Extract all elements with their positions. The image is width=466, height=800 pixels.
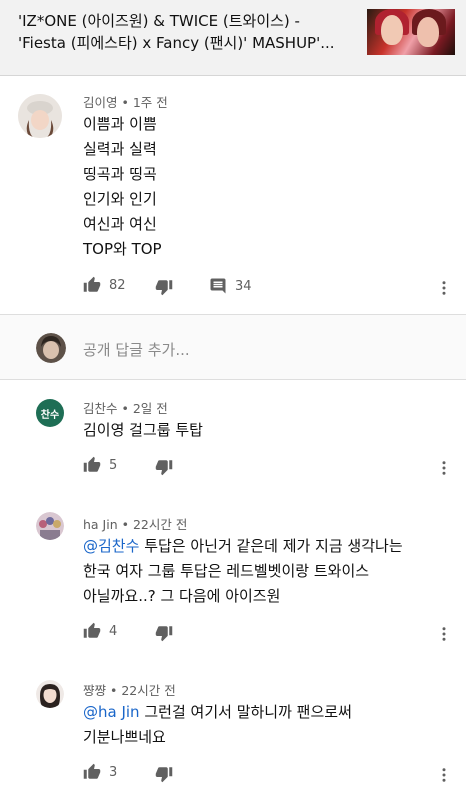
meta-separator: • <box>121 95 129 110</box>
thumbs-up-icon <box>83 763 101 779</box>
comment-time: 2일 전 <box>132 401 168 416</box>
comment-actions: 3 <box>83 763 453 787</box>
more-options-icon[interactable] <box>435 766 453 784</box>
video-title[interactable]: 'IZ*ONE (아이즈원) & TWICE (트와이스) - 'Fiesta … <box>18 10 358 54</box>
meta-separator: • <box>110 683 118 698</box>
more-options-icon[interactable] <box>435 625 453 643</box>
comment-line: 인기와 인기 <box>83 190 157 208</box>
reply-input-bar[interactable]: 공개 답글 추가... <box>0 314 466 380</box>
comment-line: TOP와 TOP <box>83 240 162 258</box>
comment-actions: 82 34 <box>83 276 453 300</box>
like-button[interactable]: 4 <box>83 622 117 640</box>
avatar[interactable] <box>36 680 64 708</box>
reply-comment: ha Jin • 22시간 전 @김찬수 투답은 아닌거 같은데 제가 지금 생… <box>0 490 466 660</box>
comment-actions: 4 <box>83 622 453 646</box>
reply-comment: 쨩쨩 • 22시간 전 @ha Jin 그런걸 여기서 말하니까 팬으로써 기분… <box>0 660 466 800</box>
comment-text: 김이영 걸그룹 투탑 <box>83 418 203 443</box>
comment-text: @ha Jin 그런걸 여기서 말하니까 팬으로써 기분나쁘네요 <box>83 700 453 750</box>
like-button[interactable]: 3 <box>83 763 117 781</box>
thumbs-down-icon <box>155 626 173 642</box>
avatar[interactable]: 찬수 <box>36 399 64 427</box>
reply-count: 34 <box>235 278 252 294</box>
meta-separator: • <box>121 517 129 532</box>
meta-separator: • <box>121 401 129 416</box>
dislike-button[interactable] <box>155 278 173 296</box>
comment-time: 22시간 전 <box>132 517 188 532</box>
thumbs-up-icon <box>83 456 101 472</box>
comment-author[interactable]: ha Jin <box>83 517 118 532</box>
dislike-button[interactable] <box>155 765 173 783</box>
video-header[interactable]: 'IZ*ONE (아이즈원) & TWICE (트와이스) - 'Fiesta … <box>0 0 466 76</box>
top-comment: 김이영 • 1주 전 이쁨과 이쁨 실력과 실력 띵곡과 띵곡 인기와 인기 여… <box>0 76 466 314</box>
comment-author[interactable]: 쨩쨩 <box>83 683 106 698</box>
comment-time: 1주 전 <box>132 95 168 110</box>
avatar-initials: 찬수 <box>40 409 60 421</box>
more-options-icon[interactable] <box>435 279 453 297</box>
comment-line: 한국 여자 그룹 투답은 레드벨벳이랑 트와이스 <box>83 562 370 580</box>
thumbs-down-icon <box>155 280 173 296</box>
thumbs-down-icon <box>155 460 173 476</box>
like-count: 82 <box>109 277 126 293</box>
comment-meta: 김찬수 • 2일 전 <box>83 398 168 417</box>
comment-meta: ha Jin • 22시간 전 <box>83 514 187 533</box>
comment-line-text: 그런걸 여기서 말하니까 팬으로써 <box>144 703 352 721</box>
thumbs-down-icon <box>155 767 173 783</box>
reply-count-button[interactable]: 34 <box>209 277 252 295</box>
avatar[interactable] <box>18 94 62 138</box>
comment-line: 이쁨과 이쁨 <box>83 115 157 133</box>
comment-line: 실력과 실력 <box>83 140 157 158</box>
comment-line: 여신과 여신 <box>83 215 157 233</box>
dislike-button[interactable] <box>155 458 173 476</box>
comment-line: 기분나쁘네요 <box>83 728 166 746</box>
comment-line-text: 투답은 아닌거 같은데 제가 지금 생각나는 <box>144 537 403 555</box>
video-title-line1: 'IZ*ONE (아이즈원) & TWICE (트와이스) - <box>18 12 300 30</box>
comment-text: 이쁨과 이쁨 실력과 실력 띵곡과 띵곡 인기와 인기 여신과 여신 TOP와 … <box>83 112 162 262</box>
like-count: 4 <box>109 623 118 639</box>
comment-author[interactable]: 김찬수 <box>83 401 118 416</box>
comment-actions: 5 <box>83 456 453 480</box>
mention-link[interactable]: @ha Jin <box>83 703 140 721</box>
comment-time: 22시간 전 <box>121 683 176 698</box>
comment-author[interactable]: 김이영 <box>83 95 118 110</box>
comment-icon <box>210 278 226 294</box>
comment-line: @김찬수 투답은 아닌거 같은데 제가 지금 생각나는 <box>83 534 453 559</box>
more-options-icon[interactable] <box>435 459 453 477</box>
dislike-button[interactable] <box>155 624 173 642</box>
like-count: 3 <box>109 764 118 780</box>
comment-meta: 김이영 • 1주 전 <box>83 92 168 111</box>
thumbs-up-icon <box>83 276 101 292</box>
like-count: 5 <box>109 457 118 473</box>
reply-comment: 찬수 김찬수 • 2일 전 김이영 걸그룹 투탑 5 <box>0 380 466 490</box>
avatar[interactable] <box>36 512 64 540</box>
video-thumbnail[interactable] <box>367 9 455 55</box>
comment-meta: 쨩쨩 • 22시간 전 <box>83 680 176 699</box>
comment-line: @ha Jin 그런걸 여기서 말하니까 팬으로써 <box>83 700 453 725</box>
comment-line: 띵곡과 띵곡 <box>83 165 157 183</box>
user-avatar <box>36 333 66 363</box>
like-button[interactable]: 5 <box>83 456 117 474</box>
thumbs-up-icon <box>83 622 101 638</box>
comment-line: 김이영 걸그룹 투탑 <box>83 421 203 439</box>
comment-text: @김찬수 투답은 아닌거 같은데 제가 지금 생각나는 한국 여자 그룹 투답은… <box>83 534 453 609</box>
comment-line: 아닐까요..? 그 다음에 아이즈원 <box>83 587 281 605</box>
like-button[interactable]: 82 <box>83 276 126 294</box>
video-title-line2: 'Fiesta (피에스타) x Fancy (팬시)' MASHUP'... <box>18 34 335 52</box>
mention-link[interactable]: @김찬수 <box>83 537 139 555</box>
reply-input[interactable]: 공개 답글 추가... <box>83 339 190 360</box>
